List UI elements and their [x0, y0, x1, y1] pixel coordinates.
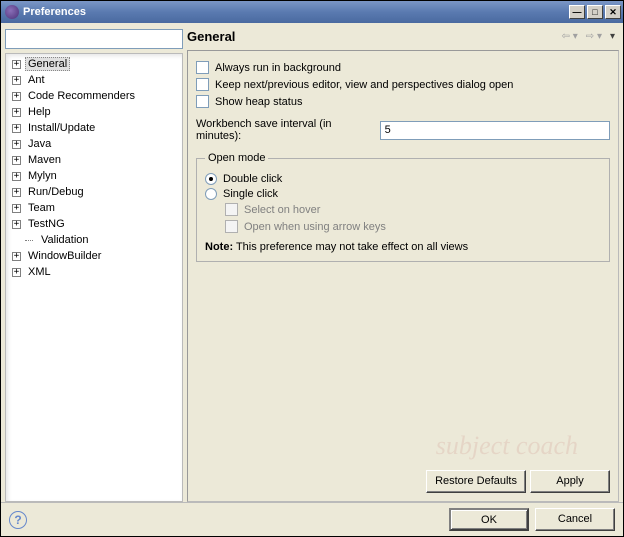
select-on-hover-label: Select on hover [244, 204, 320, 216]
open-mode-note: Note: This preference may not take effec… [205, 241, 601, 253]
open-arrow-keys-label: Open when using arrow keys [244, 221, 386, 233]
keep-dialog-open-label: Keep next/previous editor, view and pers… [215, 79, 513, 91]
tree-item[interactable]: + Code Recommenders [6, 88, 182, 104]
preference-tree[interactable]: + General + Ant + Code Recommenders + Help + Inst… [5, 53, 183, 502]
tree-label[interactable]: Maven [25, 153, 64, 167]
tree-label[interactable]: Code Recommenders [25, 89, 138, 103]
tree-label[interactable]: Validation [38, 233, 92, 247]
show-heap-checkbox[interactable] [196, 95, 209, 108]
tree-label[interactable]: Ant [25, 73, 48, 87]
expand-icon[interactable]: + [12, 124, 21, 133]
single-click-label: Single click [223, 188, 278, 200]
close-button[interactable]: ✕ [605, 5, 621, 19]
open-mode-group: Open mode Double click Single click Sele… [196, 152, 610, 262]
double-click-radio[interactable] [205, 173, 217, 185]
restore-defaults-button[interactable]: Restore Defaults [426, 470, 526, 493]
tree-label[interactable]: WindowBuilder [25, 249, 104, 263]
keep-dialog-open-checkbox[interactable] [196, 78, 209, 91]
right-pane: General ⇦ ▾ ⇨ ▾ ▾ Always run in backgrou… [187, 29, 619, 502]
expand-icon[interactable]: + [12, 220, 21, 229]
tree-item[interactable]: + Help [6, 104, 182, 120]
open-mode-legend: Open mode [205, 152, 268, 164]
apply-button[interactable]: Apply [530, 470, 610, 493]
tree-item[interactable]: + Mylyn [6, 168, 182, 184]
expand-icon[interactable]: + [12, 172, 21, 181]
tree-label[interactable]: General [25, 57, 70, 71]
double-click-label: Double click [223, 173, 282, 185]
action-row: Restore Defaults Apply [196, 462, 610, 493]
expand-icon[interactable]: + [12, 252, 21, 261]
back-arrow-icon[interactable]: ⇦ ▾ [562, 31, 578, 42]
menu-arrow-icon[interactable]: ▾ [610, 31, 615, 42]
forward-arrow-icon[interactable]: ⇨ ▾ [586, 31, 602, 42]
tree-label[interactable]: Help [25, 105, 54, 119]
expand-icon[interactable]: + [12, 268, 21, 277]
tree-item[interactable]: + Run/Debug [6, 184, 182, 200]
tree-item[interactable]: + Ant [6, 72, 182, 88]
always-run-background-checkbox[interactable] [196, 61, 209, 74]
window-title: Preferences [23, 6, 86, 18]
note-label: Note: [205, 241, 233, 253]
keep-dialog-open-row: Keep next/previous editor, view and pers… [196, 78, 610, 91]
open-arrow-keys-row: Open when using arrow keys [225, 220, 601, 233]
bottom-bar: ? OK Cancel [1, 502, 623, 536]
tree-label[interactable]: Mylyn [25, 169, 60, 183]
select-on-hover-checkbox [225, 203, 238, 216]
tree-item[interactable]: + Team [6, 200, 182, 216]
tree-item[interactable]: + General [6, 56, 182, 72]
expand-icon[interactable]: + [12, 92, 21, 101]
show-heap-row: Show heap status [196, 95, 610, 108]
expand-icon[interactable]: + [12, 60, 21, 69]
select-on-hover-row: Select on hover [225, 203, 601, 216]
form-area: Always run in background Keep next/previ… [187, 50, 619, 502]
tree-item[interactable]: + Java [6, 136, 182, 152]
always-run-background-row: Always run in background [196, 61, 610, 74]
single-click-row: Single click [205, 188, 601, 200]
tree-item[interactable]: + WindowBuilder [6, 248, 182, 264]
ok-button[interactable]: OK [449, 508, 529, 531]
page-title: General [187, 29, 235, 44]
tree-item[interactable]: + Install/Update [6, 120, 182, 136]
note-text: This preference may not take effect on a… [233, 241, 468, 253]
expand-icon[interactable]: + [12, 204, 21, 213]
expand-icon[interactable]: + [12, 156, 21, 165]
tree-label[interactable]: Java [25, 137, 54, 151]
single-click-radio[interactable] [205, 188, 217, 200]
tree-item[interactable]: + XML [6, 264, 182, 280]
tree-label[interactable]: Run/Debug [25, 185, 87, 199]
double-click-row: Double click [205, 173, 601, 185]
tree-item[interactable]: Validation [6, 232, 182, 248]
show-heap-label: Show heap status [215, 96, 302, 108]
left-pane: + General + Ant + Code Recommenders + Help + Inst… [5, 29, 183, 502]
eclipse-icon [5, 5, 19, 19]
tree-label[interactable]: TestNG [25, 217, 68, 231]
always-run-background-label: Always run in background [215, 62, 341, 74]
maximize-button[interactable]: □ [587, 5, 603, 19]
save-interval-input[interactable] [380, 121, 610, 140]
save-interval-row: Workbench save interval (in minutes): [196, 118, 610, 142]
tree-label[interactable]: Team [25, 201, 58, 215]
save-interval-label: Workbench save interval (in minutes): [196, 118, 374, 142]
open-arrow-keys-checkbox [225, 220, 238, 233]
expand-icon[interactable]: + [12, 108, 21, 117]
help-icon[interactable]: ? [9, 511, 27, 529]
cancel-button[interactable]: Cancel [535, 508, 615, 531]
toolbar-nav: ⇦ ▾ ⇨ ▾ ▾ [562, 31, 615, 42]
tree-label[interactable]: XML [25, 265, 54, 279]
titlebar: Preferences — □ ✕ [1, 1, 623, 23]
expand-icon[interactable]: + [12, 76, 21, 85]
filter-input[interactable] [5, 29, 183, 49]
expand-icon[interactable]: + [12, 140, 21, 149]
tree-label[interactable]: Install/Update [25, 121, 98, 135]
tree-item[interactable]: + TestNG [6, 216, 182, 232]
watermark: subject coach [436, 431, 578, 461]
expand-icon[interactable]: + [12, 188, 21, 197]
minimize-button[interactable]: — [569, 5, 585, 19]
tree-item[interactable]: + Maven [6, 152, 182, 168]
leaf-icon [25, 236, 34, 245]
